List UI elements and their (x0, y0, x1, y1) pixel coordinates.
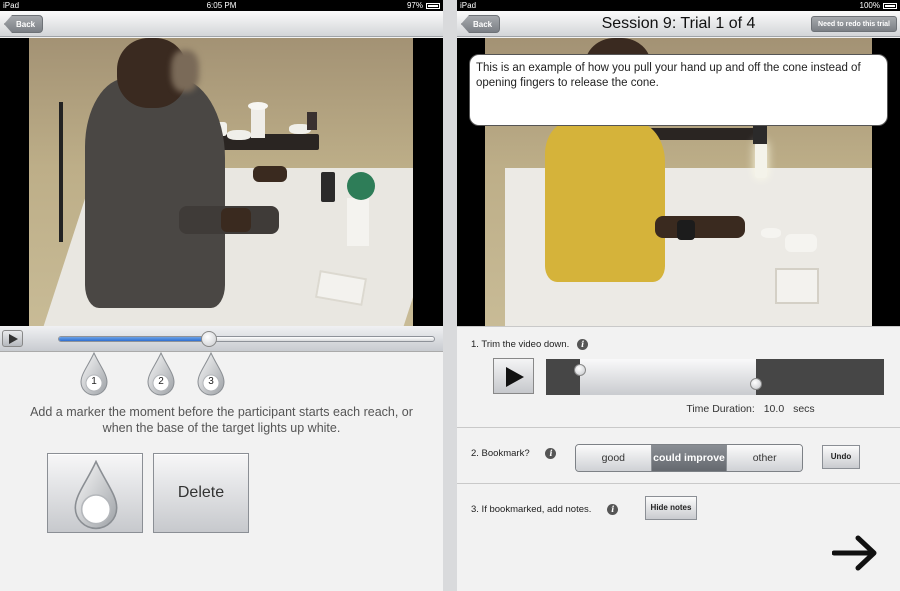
battery-percent: 100% (859, 1, 880, 10)
bookmark-good[interactable]: good (576, 445, 652, 471)
instructions-text: Add a marker the moment before the parti… (30, 405, 413, 435)
marker-3[interactable]: 3 (197, 352, 225, 398)
seek-track[interactable] (58, 331, 435, 347)
nav-bar: Back Session 9: Trial 1 of 4 Need to red… (457, 11, 900, 37)
play-button[interactable] (493, 358, 534, 394)
trim-selection (579, 359, 756, 395)
notes-label: 3. If bookmarked, add notes. i (471, 504, 619, 515)
seek-knob[interactable] (201, 331, 217, 347)
marker-number: 1 (91, 376, 97, 387)
duration-value: 10.0 (763, 403, 785, 415)
marker-drop-icon (147, 352, 175, 396)
right-screen: iPad 100% Back Session 9: Trial 1 of 4 N… (457, 0, 900, 591)
info-icon[interactable]: i (607, 504, 619, 515)
marker-number: 2 (158, 376, 164, 387)
battery-icon (883, 2, 897, 9)
play-button[interactable] (2, 330, 23, 347)
redo-trial-button[interactable]: Need to redo this trial (811, 16, 897, 32)
bookmark-label: 2. Bookmark? i (471, 448, 557, 459)
battery-percent: 97% (406, 1, 423, 10)
trim-end-handle[interactable] (749, 378, 762, 390)
back-button[interactable]: Back (4, 15, 44, 33)
battery-status: 97% (407, 0, 440, 11)
bookmark-segmented-control: good could improve other (575, 444, 803, 472)
hide-notes-button[interactable]: Hide notes (645, 496, 697, 520)
delete-button[interactable]: Delete (153, 453, 249, 533)
marker-number: 3 (208, 376, 214, 387)
bookmark-could-improve[interactable]: could improve (651, 445, 728, 471)
next-arrow-icon[interactable] (832, 533, 880, 573)
info-icon[interactable]: i (545, 448, 557, 459)
status-bar: iPad 6:05 PM 97% (0, 0, 443, 11)
add-marker-button[interactable] (47, 453, 143, 533)
bookmark-other[interactable]: other (727, 445, 802, 471)
info-icon[interactable]: i (577, 339, 589, 350)
clock: 6:05 PM (206, 1, 237, 10)
delete-label: Delete (177, 484, 225, 501)
nav-bar: Back (0, 11, 443, 37)
marker-drop-icon (80, 352, 108, 396)
carrier-label: iPad (460, 1, 477, 10)
undo-button[interactable]: Undo (822, 445, 860, 469)
marker-1[interactable]: 1 (80, 352, 108, 398)
trim-label: 1. Trim the video down. i (471, 339, 589, 350)
battery-icon (426, 2, 440, 9)
marker-2[interactable]: 2 (147, 352, 175, 398)
feedback-callout: This is an example of how you pull your … (469, 54, 888, 126)
trim-start-handle[interactable] (573, 364, 586, 376)
video-player[interactable]: This is an example of how you pull your … (457, 38, 900, 326)
video-seekbar (0, 326, 443, 352)
status-bar: iPad 100% (457, 0, 900, 11)
battery-status: 100% (860, 0, 897, 11)
left-screen: iPad 6:05 PM 97% Back 1 2 3 Add a marker… (0, 0, 443, 591)
video-frame (29, 38, 413, 326)
time-duration: Time Duration: 10.0 secs (457, 403, 900, 415)
marker-drop-icon (197, 352, 225, 396)
video-player[interactable] (0, 38, 443, 326)
duration-unit: secs (793, 403, 815, 415)
duration-label: Time Duration: (686, 403, 755, 415)
marker-drop-icon (74, 460, 118, 530)
trim-slider[interactable] (546, 359, 884, 395)
